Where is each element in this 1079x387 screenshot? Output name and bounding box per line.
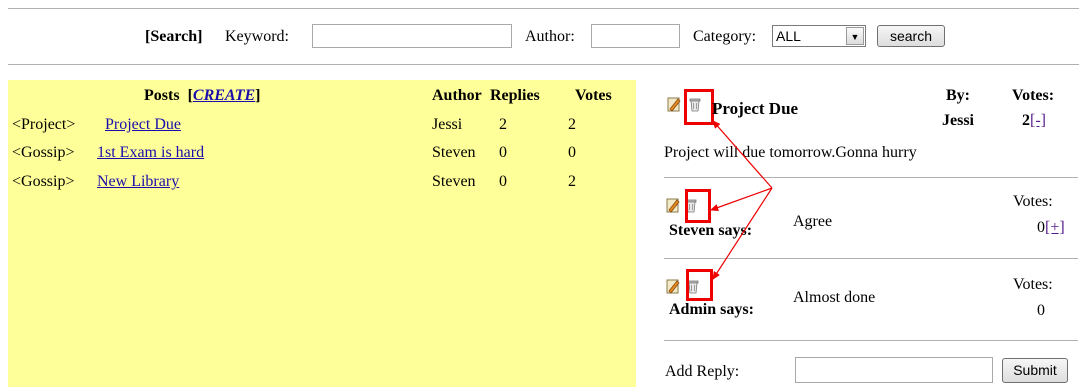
post-title-link[interactable]: New Library <box>97 173 179 191</box>
post-votes: 2 <box>568 116 576 133</box>
vote-up-link[interactable]: [+] <box>1045 219 1065 236</box>
submit-reply-button[interactable]: Submit <box>1002 358 1068 383</box>
search-bar: [Search] Keyword: Author: Category: ALL … <box>0 22 1079 54</box>
search-button[interactable]: search <box>877 25 945 47</box>
reply-divider <box>664 258 1078 259</box>
post-votes: 0 <box>568 144 576 161</box>
post-divider <box>664 177 1078 178</box>
search-label: [Search] <box>145 28 203 45</box>
replies-column-header: Replies <box>490 87 540 104</box>
edit-icon[interactable] <box>667 96 681 112</box>
category-label: Category: <box>693 28 757 45</box>
reply-votes-value: 0[+] <box>1037 219 1065 237</box>
reply-votes-count: 0 <box>1037 302 1045 319</box>
search-divider <box>8 64 1079 65</box>
reply-author-says: Steven says: <box>669 222 753 239</box>
post-replies: 0 <box>499 173 507 190</box>
post-votes-label: Votes: <box>1012 87 1055 104</box>
post-by-label: By: <box>946 87 970 104</box>
trash-icon-highlight <box>686 269 713 301</box>
keyword-label: Keyword: <box>225 28 289 45</box>
reply-votes-count: 0 <box>1037 219 1045 236</box>
post-title-link[interactable]: 1st Exam is hard <box>97 144 204 162</box>
edit-icon[interactable] <box>666 197 680 213</box>
create-close-bracket: ] <box>255 87 261 104</box>
reply-form-divider <box>664 340 1078 341</box>
create-post-link[interactable]: CREATE <box>193 87 255 104</box>
post-category: <Gossip> <box>12 173 75 190</box>
chevron-down-icon[interactable]: ▼ <box>846 27 864 45</box>
post-replies: 2 <box>499 116 507 133</box>
edit-icon[interactable] <box>666 278 680 294</box>
vote-down-link[interactable]: [-] <box>1030 112 1046 129</box>
post-category: <Gossip> <box>12 144 75 161</box>
reply-text: Almost done <box>793 289 876 306</box>
posts-title: Posts <box>144 87 180 104</box>
reply-votes-label: Votes: <box>1013 193 1053 210</box>
post-detail-author: Jessi <box>942 112 974 129</box>
votes-column-header: Votes <box>575 87 612 104</box>
add-reply-label: Add Reply: <box>665 363 740 380</box>
category-select-value: ALL <box>776 28 801 44</box>
author-column-header: Author <box>432 87 482 104</box>
annotation-arrow <box>709 187 773 211</box>
post-replies: 0 <box>499 144 507 161</box>
reply-author-says: Admin says: <box>669 301 754 318</box>
reply-text: Agree <box>793 213 833 230</box>
post-title-link[interactable]: Project Due <box>105 116 181 134</box>
post-author: Steven <box>432 144 476 161</box>
reply-input[interactable] <box>795 357 993 383</box>
author-label: Author: <box>525 28 575 45</box>
posts-panel: Posts [CREATE] Author Replies Votes <Pro… <box>8 80 636 387</box>
post-body: Project will due tomorrow.Gonna hurry <box>664 144 917 161</box>
reply-votes-label: Votes: <box>1013 276 1053 293</box>
post-author: Steven <box>432 173 476 190</box>
category-select[interactable]: ALL ▼ <box>772 25 866 47</box>
posts-header: Posts [CREATE] <box>144 87 260 105</box>
post-author: Jessi <box>432 116 463 133</box>
keyword-input[interactable] <box>312 24 512 48</box>
top-divider <box>8 8 1079 9</box>
post-votes: 2 <box>568 173 576 190</box>
trash-icon-highlight <box>685 189 711 223</box>
trash-icon-highlight <box>684 89 714 125</box>
author-input[interactable] <box>591 24 680 48</box>
post-votes-count: 2 <box>1022 112 1030 129</box>
post-category: <Project> <box>12 116 76 133</box>
post-detail-title: Project Due <box>712 99 799 118</box>
post-votes-value: 2[-] <box>1022 112 1046 130</box>
